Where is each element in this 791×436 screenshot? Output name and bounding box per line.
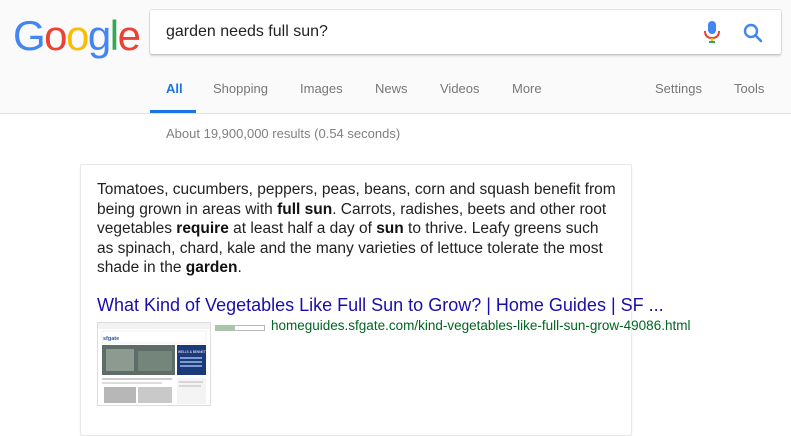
logo-letter: G <box>13 12 46 59</box>
logo-letter: l <box>109 12 119 59</box>
featured-snippet: Tomatoes, cucumbers, peppers, peas, bean… <box>80 164 690 436</box>
result-url[interactable]: homeguides.sfgate.com/kind-vegetables-li… <box>271 318 690 333</box>
logo-letter: e <box>117 12 141 59</box>
thumbnail-site-name: sfgate <box>103 336 119 342</box>
progress-fill <box>216 326 236 330</box>
snippet-bold-term: full sun <box>277 200 333 218</box>
microphone-icon[interactable] <box>702 20 722 44</box>
tab-news[interactable]: News <box>375 81 408 96</box>
thumbnail-banner-text: WELLS & BENNETT <box>178 350 208 354</box>
tab-all[interactable]: All <box>166 81 183 96</box>
search-input[interactable] <box>166 10 686 54</box>
snippet-bold-term: sun <box>376 220 404 237</box>
snippet-bold-term: require <box>176 220 229 237</box>
result-thumbnail[interactable]: sfgate WELLS & BENNETT <box>97 322 211 406</box>
snippet-text: Tomatoes, cucumbers, peppers, peas, bean… <box>97 180 617 278</box>
thumbnail-image: sfgate WELLS & BENNETT <box>98 323 210 405</box>
snippet-bold-term: garden <box>185 259 238 276</box>
snippet-segment: . <box>237 259 242 276</box>
tab-more[interactable]: More <box>512 81 542 96</box>
result-title-link[interactable]: What Kind of Vegetables Like Full Sun to… <box>97 295 664 316</box>
tab-tools[interactable]: Tools <box>734 81 764 96</box>
logo-letter: o <box>44 12 67 59</box>
search-tabs: All Shopping Images News Videos More Set… <box>0 72 791 113</box>
search-box <box>150 10 781 54</box>
logo-letter: o <box>66 12 89 59</box>
tab-settings[interactable]: Settings <box>655 81 702 96</box>
search-icon[interactable] <box>741 21 765 45</box>
active-tab-indicator <box>150 110 196 113</box>
tab-images[interactable]: Images <box>300 81 343 96</box>
thumbnail-progress-bar <box>215 325 265 331</box>
snippet-segment: at least half a day of <box>228 220 377 237</box>
tab-videos[interactable]: Videos <box>440 81 480 96</box>
google-logo[interactable]: Google <box>13 8 141 64</box>
tab-shopping[interactable]: Shopping <box>213 81 268 96</box>
result-stats: About 19,900,000 results (0.54 seconds) <box>166 126 401 141</box>
logo-letter: g <box>87 12 111 59</box>
